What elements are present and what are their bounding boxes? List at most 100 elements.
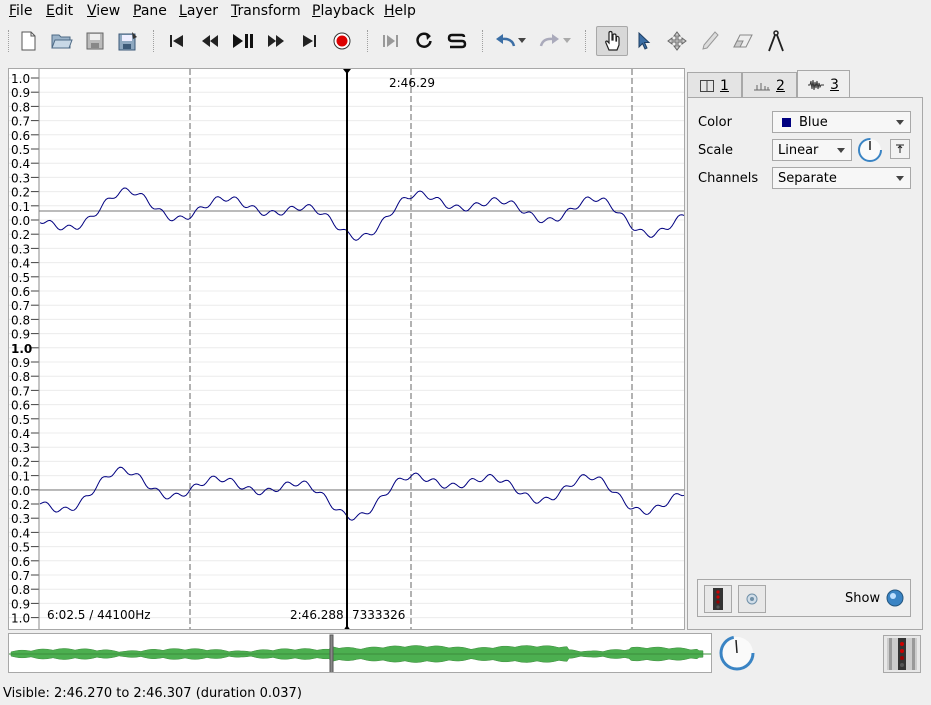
scale-label: Scale [698,143,733,158]
ruler-label: 0.8 [11,100,30,114]
ruler-label: 0.7 [11,299,30,313]
ruler-label: 0.2 [11,498,30,512]
select-tool-button[interactable] [630,27,658,55]
ruler-label: 0.0 [11,484,30,498]
play-layer-toggle[interactable] [704,585,732,613]
ruler-icon [754,82,771,90]
ruler-label: 0.4 [11,157,30,171]
toolbar-separator [153,30,156,52]
vu-meter-icon [887,638,917,670]
reset-top-icon [896,144,904,153]
color-label: Color [698,115,732,130]
undo-history-dropdown[interactable] [515,27,529,55]
ruler-label: 0.4 [11,257,30,271]
save-as-button[interactable] [114,27,142,55]
ruler-label: 0.6 [11,555,30,569]
scale-select[interactable]: Linear [772,139,852,161]
redo-history-dropdown[interactable] [560,27,574,55]
layer-settings-button[interactable] [738,585,766,613]
toolbar-grip [8,30,11,52]
zoom-dial[interactable] [718,634,756,672]
menu-playback[interactable]: Playback [312,3,374,19]
ruler-label: 0.5 [11,143,30,157]
reset-gain-button[interactable] [890,139,910,159]
ruler-label: 0.7 [11,569,30,583]
constrain-playback-icon [383,35,398,47]
navigate-tool-button[interactable] [596,26,628,56]
erase-tool-button[interactable] [729,27,757,55]
menu-file[interactable]: File [9,3,32,19]
chevron-down-icon [563,38,571,43]
move-tool-button[interactable] [663,27,691,55]
undo-icon [496,34,516,47]
ruler-label: 0.6 [11,285,30,299]
chevron-down-icon [837,148,845,153]
sample-rate-label: 6:02.5 / 44100Hz [47,608,151,622]
overview-pane[interactable] [8,633,712,673]
tab-waveform[interactable]: 3 [797,70,850,98]
select-arrow-icon [638,32,651,50]
color-select[interactable]: Blue [772,111,911,133]
show-toggle[interactable] [886,589,904,607]
dial-icon [858,138,882,162]
tab-ruler[interactable]: 2 [742,72,797,98]
draw-tool-button[interactable] [696,27,724,55]
ruler-label: 0.2 [11,455,30,469]
menu-pane[interactable]: Pane [133,3,167,19]
record-button[interactable] [328,27,356,55]
rewind-button[interactable] [196,27,224,55]
scale-value: Linear [778,142,819,158]
open-folder-icon [51,34,73,49]
channels-select[interactable]: Separate [772,167,911,189]
save-button[interactable] [81,27,109,55]
rewind-start-icon [170,35,183,47]
playhead-bottom-marker [344,625,350,629]
ruler-label: 0.5 [11,541,30,555]
ruler-label: 0.4 [11,427,30,441]
navigate-hand-icon [605,30,620,51]
fast-forward-button[interactable] [262,27,290,55]
toolbar-separator [367,30,370,52]
record-icon [333,32,351,50]
ruler-label: 0.2 [11,186,30,200]
waveform-canvas[interactable]: 1.00.90.80.70.60.50.40.30.20.10.00.20.30… [9,69,685,630]
main-play-toggle[interactable] [883,635,921,673]
ruler-label: 1.0 [11,612,30,626]
ruler-label: 0.3 [11,242,30,256]
solo-button[interactable] [443,27,471,55]
menu-transform[interactable]: Transform [231,3,301,19]
ruler-label: 0.5 [11,271,30,285]
loop-icon [416,32,432,48]
gain-dial[interactable] [857,137,883,163]
ruler-label: 0.6 [11,129,30,143]
forward-end-icon [303,35,316,47]
forward-end-button[interactable] [295,27,323,55]
erase-icon [733,34,753,48]
new-file-icon [21,31,36,51]
loop-button[interactable] [410,27,438,55]
menu-help[interactable]: Help [384,3,416,19]
ruler-label: 0.7 [11,384,30,398]
menu-bar: File Edit View Pane Layer Transform Play… [0,0,931,22]
color-swatch [782,117,791,127]
tab-pane[interactable]: 1 [687,72,742,98]
rewind-start-button[interactable] [163,27,191,55]
ruler-label: 1.0 [11,72,30,86]
new-file-button[interactable] [14,27,42,55]
ruler-label: 0.1 [11,200,30,214]
menu-layer[interactable]: Layer [179,3,218,19]
solo-icon [447,33,467,49]
status-bar: Visible: 2:46.270 to 2:46.307 (duration … [3,686,302,701]
constrain-playback-button[interactable] [377,27,405,55]
save-as-icon [118,32,137,51]
open-button[interactable] [48,27,76,55]
overview-waveform [9,634,711,672]
menu-edit[interactable]: Edit [46,3,73,19]
color-value: Blue [799,114,828,130]
menu-view[interactable]: View [87,3,120,19]
measure-tool-button[interactable] [762,27,790,55]
waveform-pane[interactable]: 1.0 0.9 0.8 0.7 0.6 0.5 0.4 0.3 0.2 0.1 0.0 0.2 0.3 0… [8,68,685,630]
pane-icon [700,79,715,92]
settings-gear-icon [746,593,758,605]
play-pause-button[interactable] [229,27,257,55]
